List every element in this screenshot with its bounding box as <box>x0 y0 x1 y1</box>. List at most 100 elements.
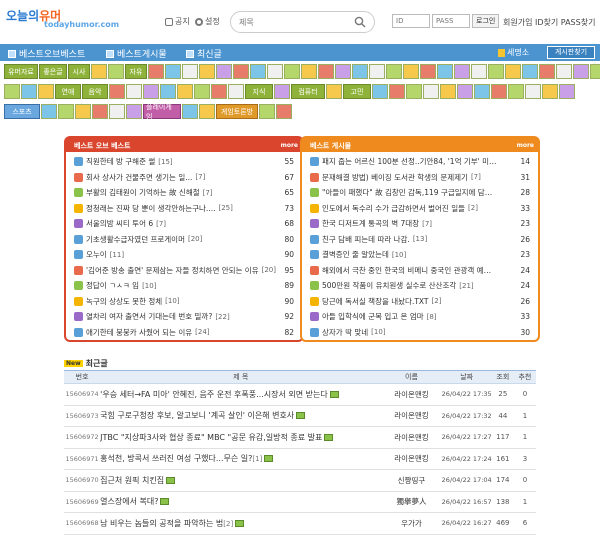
search-input[interactable] <box>239 16 349 29</box>
board-icon[interactable] <box>471 64 487 79</box>
board-icon[interactable] <box>92 104 108 119</box>
list-item[interactable]: 정답이 ㄱㅅㅋ 임 [10] 89 <box>74 278 296 294</box>
list-item[interactable]: 부활의 김태원이 기억하는 故 신해철 [7] 65 <box>74 185 296 201</box>
board-icon[interactable] <box>474 84 490 99</box>
post-title[interactable]: 열차리 여자 출연서 기대는데 번호 밀까? <box>86 311 212 322</box>
post-title[interactable]: '우승 세터→FA 미아' 안혜진, 음주 운전 후폭풍...시장서 외면 받는… <box>100 390 328 399</box>
list-item[interactable]: 아들 입학식에 군복 입고 온 엄마 [8] 33 <box>310 309 532 325</box>
post-title[interactable]: 홍석천, 방콕서 쓰러진 여성 구했다...무슨 일? <box>100 454 252 463</box>
board-icon[interactable] <box>301 64 317 79</box>
board-icon[interactable] <box>525 84 541 99</box>
list-item[interactable]: 열차리 여자 출연서 기대는데 번호 밀까? [22] 92 <box>74 309 296 325</box>
board-icon[interactable] <box>41 104 57 119</box>
board-icon[interactable] <box>559 84 575 99</box>
board-icon[interactable] <box>352 64 368 79</box>
board-icon[interactable] <box>211 84 227 99</box>
list-item[interactable]: 오누이 [11] 90 <box>74 247 296 263</box>
board-icon[interactable] <box>284 64 300 79</box>
board-goodwriting[interactable]: 좋은글 <box>39 64 67 79</box>
board-icon[interactable] <box>522 64 538 79</box>
board-icon[interactable] <box>372 84 388 99</box>
post-title[interactable]: 기초생활수급자였던 프로게이머 <box>86 234 185 245</box>
list-item[interactable]: 결벽증인 줄 알았는데 [10] 23 <box>310 247 532 263</box>
post-title[interactable]: 한국 디저트계 통곡의 벽 7대장 <box>322 218 419 229</box>
post-title[interactable]: 애기한테 붕붕카 사줬어 되는 이유 <box>86 327 192 338</box>
board-knowledge[interactable]: 지식 <box>245 84 273 99</box>
board-icon[interactable] <box>165 64 181 79</box>
board-icon[interactable] <box>109 84 125 99</box>
post-title[interactable]: 친구 담배 피는데 따라 나감. <box>322 234 410 245</box>
board-icon[interactable] <box>539 64 555 79</box>
settings-link[interactable]: 설정 <box>195 16 220 27</box>
board-search-button[interactable]: 게시판찾기 <box>547 46 595 59</box>
more-link[interactable]: more <box>517 142 534 149</box>
post-title[interactable]: JTBC "지상파3사와 협상 종료" MBC "공문 유감,일방적 종료 발표 <box>100 433 322 442</box>
site-logo[interactable]: 오늘의유머 todayhumor.com <box>6 9 128 33</box>
board-icon[interactable] <box>160 84 176 99</box>
board-icon[interactable] <box>58 104 74 119</box>
board-icon[interactable] <box>326 84 342 99</box>
post-title-cell[interactable]: 열스장에서 복대? <box>100 491 382 513</box>
login-id-input[interactable] <box>392 14 430 28</box>
author-name[interactable]: 신쨩띵구 <box>381 469 442 492</box>
post-title-cell[interactable]: 남 비우는 놈들의 공적을 파악하는 법[2] <box>100 512 382 535</box>
list-item[interactable]: 인도에서 독수리 수가 급감하면서 벌어진 일들 [2] 33 <box>310 201 532 217</box>
board-icon[interactable] <box>267 64 283 79</box>
list-item[interactable]: 상자가 딱 맞네 [10] 30 <box>310 325 532 341</box>
notice-link[interactable]: 공지 <box>165 16 190 27</box>
author-name[interactable]: 라이온맨킹 <box>381 383 442 406</box>
nav-item-latest[interactable]: 최신글 <box>186 47 222 60</box>
board-icon[interactable] <box>440 84 456 99</box>
board-icon[interactable] <box>199 104 215 119</box>
board-politics[interactable]: 시사 <box>68 64 90 79</box>
board-icon[interactable] <box>4 84 20 99</box>
board-icon[interactable] <box>182 104 198 119</box>
board-play-game[interactable]: 플레이게임 <box>143 104 181 119</box>
board-icon[interactable] <box>91 64 107 79</box>
account-links[interactable]: 회원가입 ID찾기 PASS찾기 <box>503 17 595 28</box>
list-item[interactable]: 기초생활수급자였던 프로게이머 [20] 80 <box>74 232 296 248</box>
post-title[interactable]: 열스장에서 복대? <box>100 497 158 506</box>
board-icon[interactable] <box>403 64 419 79</box>
post-title[interactable]: 부활의 김태원이 기억하는 故 신해철 <box>86 187 200 198</box>
post-title[interactable]: 인도에서 독수리 수가 급감하면서 벌어진 일들 <box>322 203 465 214</box>
board-icon[interactable] <box>199 64 215 79</box>
hall-of-fame-link[interactable]: 세명소 <box>498 47 529 58</box>
login-pass-input[interactable] <box>432 14 470 28</box>
list-item[interactable]: 당근에 독서실 책장을 내놨다.TXT [2] 26 <box>310 294 532 310</box>
post-title[interactable]: 녹구의 상상도 못한 정체 <box>86 296 162 307</box>
post-title[interactable]: 문재해결 방법) 베이징 도서관 학생의 문제제기 <box>322 172 468 183</box>
list-item[interactable]: 직원한테 방 구해준 썰 [15] 55 <box>74 154 296 170</box>
board-music[interactable]: 음악 <box>82 84 108 99</box>
board-icon[interactable] <box>182 64 198 79</box>
author-name[interactable]: 라이온맨킹 <box>381 448 442 470</box>
post-title[interactable]: 회사 상사가 건물주면 생기는 일... <box>86 172 192 183</box>
board-icon[interactable] <box>250 64 266 79</box>
nav-item-best-posts[interactable]: 베스트게시물 <box>106 47 167 60</box>
post-title[interactable]: 집근처 원픽 치킨집 <box>100 476 164 485</box>
post-title[interactable]: 정답이 ㄱㅅㅋ 임 <box>86 280 139 291</box>
post-title-cell[interactable]: 홍석천, 방콕서 쓰러진 여성 구했다...무슨 일?[1] <box>100 448 382 470</box>
nav-item-best-of-best[interactable]: 베스트오브베스트 <box>8 47 85 60</box>
board-icon[interactable] <box>454 64 470 79</box>
post-title-cell[interactable]: JTBC "지상파3사와 협상 종료" MBC "공문 유감,일방적 종료 발표 <box>100 426 382 449</box>
board-icon[interactable] <box>590 64 600 79</box>
board-icon[interactable] <box>276 104 292 119</box>
list-item[interactable]: 녹구의 상상도 못한 정체 [10] 90 <box>74 294 296 310</box>
board-sports[interactable]: 스포츠 <box>4 104 40 119</box>
post-title[interactable]: 국힘 구로구청장 후보, 알고보니 '계곡 살인' 이은해 변호사 <box>100 411 294 420</box>
post-title[interactable]: 패지 줍는 어르신 100분 선정..기안84, '1억 기부' 미담 터... <box>322 156 497 167</box>
board-icon[interactable] <box>108 64 124 79</box>
author-name[interactable]: 라이온맨킹 <box>381 405 442 427</box>
board-humor[interactable]: 유머자료 <box>4 64 38 79</box>
board-icon[interactable] <box>233 64 249 79</box>
board-icon[interactable] <box>21 84 37 99</box>
board-icon[interactable] <box>423 84 439 99</box>
post-title[interactable]: 직원한테 방 구해준 썰 <box>86 156 155 167</box>
post-title-cell[interactable]: 국힘 구로구청장 후보, 알고보니 '계곡 살인' 이은해 변호사 <box>100 405 382 427</box>
post-title[interactable]: 해외에서 극찬 중인 한국의 비메니 중국인 관광객 예의 주... <box>322 265 497 276</box>
list-item[interactable]: 문재해결 방법) 베이징 도서관 학생의 문제제기 [7] 31 <box>310 170 532 186</box>
login-button[interactable]: 로그인 <box>472 14 500 28</box>
list-item[interactable]: 해외에서 극찬 중인 한국의 비메니 중국인 관광객 예의 주... 24 <box>310 263 532 279</box>
board-icon[interactable] <box>194 84 210 99</box>
